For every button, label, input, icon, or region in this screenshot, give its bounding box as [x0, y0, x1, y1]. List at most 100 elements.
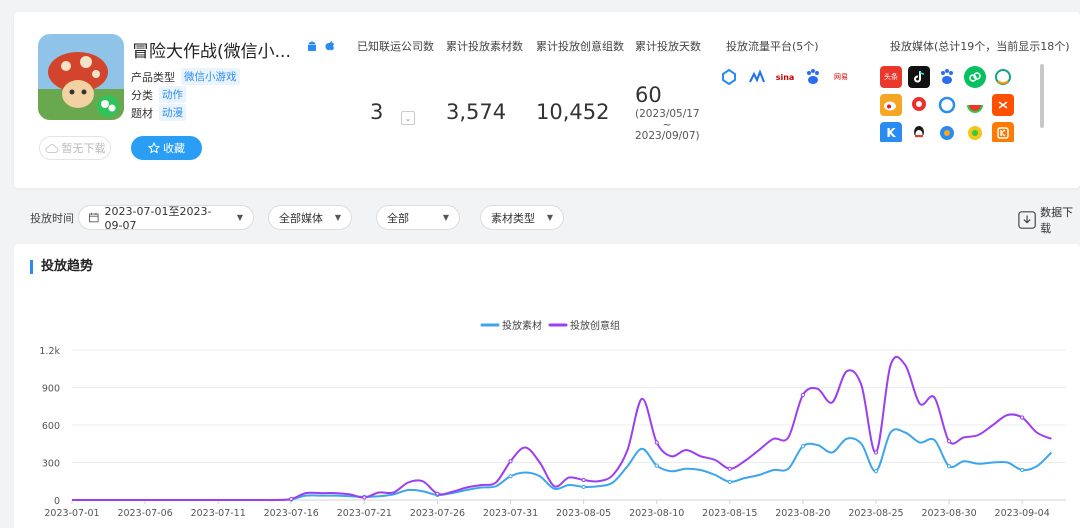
data-point[interactable]: [508, 474, 513, 479]
platform-icons: [306, 40, 336, 52]
data-point[interactable]: [654, 463, 659, 468]
x-tick-label: 2023-08-05: [556, 508, 611, 519]
x-tick-label: 2023-07-26: [410, 508, 465, 519]
data-point[interactable]: [946, 439, 952, 444]
days-tilde: ~: [662, 119, 672, 131]
data-point[interactable]: [435, 491, 440, 496]
data-point[interactable]: [1020, 415, 1025, 420]
download-cloud-icon: [44, 143, 58, 153]
apple-icon: [325, 41, 334, 51]
all-select[interactable]: 全部 ▼: [376, 205, 460, 230]
date-range-picker[interactable]: 2023-07-01至2023-09-07 ▼: [78, 205, 254, 232]
materials-label: 累计投放素材数: [446, 40, 523, 53]
data-point[interactable]: [289, 496, 294, 502]
gold-app-icon[interactable]: [964, 122, 986, 142]
data-point[interactable]: [873, 450, 879, 455]
android-icon: [308, 41, 316, 51]
download-button[interactable]: 数据下载: [1018, 204, 1080, 236]
toutiao-icon[interactable]: 头条: [880, 66, 902, 88]
data-point[interactable]: [727, 479, 732, 484]
y-tick-label: 300: [42, 459, 60, 470]
data-point[interactable]: [946, 464, 952, 469]
kuaishou-icon[interactable]: [992, 122, 1014, 142]
data-point[interactable]: [800, 392, 805, 398]
y-tick-label: 600: [42, 421, 60, 432]
date-range-value: 2023-07-01至2023-09-07: [104, 205, 212, 232]
wechat-mini-icon[interactable]: [964, 66, 986, 88]
y-tick-label: 900: [42, 384, 60, 395]
caret-down-icon: ▼: [334, 213, 341, 222]
trend-chart-card: 投放趋势 0 300 600 900 1.2k 2023-07-01 2023-07-06 2…: [14, 244, 1080, 528]
legend-label[interactable]: 投放素材: [502, 319, 542, 332]
sina-icon[interactable]: sina: [774, 66, 796, 88]
calendar-icon: [89, 212, 99, 223]
no-download-label: 暂无下载: [61, 142, 106, 155]
media-logos: 头条 K: [880, 66, 1014, 142]
caret-down-icon: ▼: [442, 213, 449, 222]
media-scrollbar[interactable]: [1040, 64, 1044, 128]
time-filter-label: 投放时间: [30, 212, 74, 225]
data-point[interactable]: [800, 444, 805, 449]
companies-expand-icon[interactable]: ⌄: [401, 111, 415, 125]
weibo-icon[interactable]: [880, 94, 902, 116]
category-row: 分类 动作: [131, 86, 186, 103]
media-label: 投放媒体(总计19个，当前显示18个): [890, 40, 1070, 53]
baidu-icon[interactable]: [802, 66, 824, 88]
x-tick-label: 2023-07-01: [44, 508, 99, 519]
x-tick-label: 2023-08-10: [629, 508, 684, 519]
data-point[interactable]: [727, 466, 732, 471]
douyin-icon[interactable]: [908, 66, 930, 88]
qq-icon[interactable]: [908, 122, 930, 142]
app-icon: [38, 34, 124, 120]
favorite-label: 收藏: [163, 142, 185, 155]
theme-tag[interactable]: 动漫: [159, 104, 186, 121]
category-tag[interactable]: 动作: [159, 86, 186, 103]
watermelon-icon[interactable]: [964, 94, 986, 116]
platform-logos: sina 网易: [718, 66, 852, 88]
days-end: 2023/09/07): [635, 130, 700, 142]
tencent-video-icon[interactable]: [992, 66, 1014, 88]
media-select[interactable]: 全部媒体 ▼: [268, 205, 352, 230]
product-type-tag[interactable]: 微信小游戏: [181, 68, 240, 85]
filter-row: 投放时间 2023-07-01至2023-09-07 ▼ 全部媒体 ▼ 全部 ▼…: [0, 200, 1080, 236]
kuaishou-k-icon[interactable]: K: [880, 122, 902, 142]
data-point[interactable]: [873, 469, 879, 474]
tencent-ads-icon[interactable]: [718, 66, 740, 88]
x-tick-label: 2023-07-31: [483, 508, 538, 519]
favorite-button[interactable]: 收藏: [131, 136, 202, 160]
data-point[interactable]: [581, 484, 586, 489]
x-tick-label: 2023-09-04: [995, 508, 1050, 519]
theme-row: 题材 动漫: [131, 104, 186, 121]
x-tick-label: 2023-08-15: [702, 508, 757, 519]
qq-browser-icon[interactable]: [936, 94, 958, 116]
x-tick-label: 2023-07-21: [337, 508, 392, 519]
x-tick-label: 2023-07-11: [191, 508, 246, 519]
x-tick-label: 2023-08-25: [848, 508, 903, 519]
days-value: 60: [635, 83, 662, 107]
huawei-icon[interactable]: [936, 122, 958, 142]
legend-label[interactable]: 投放创意组: [570, 319, 620, 332]
data-point[interactable]: [654, 440, 659, 445]
companies-value: 3: [370, 100, 384, 124]
series-line: [71, 355, 1052, 502]
product-type-row: 产品类型 微信小游戏: [131, 68, 240, 85]
netease-icon[interactable]: 网易: [830, 66, 852, 88]
x-tick-label: 2023-07-06: [117, 508, 172, 519]
no-download-button[interactable]: 暂无下载: [39, 136, 111, 160]
data-point[interactable]: [1020, 467, 1025, 473]
media-select-value: 全部媒体: [279, 211, 323, 225]
data-point[interactable]: [581, 477, 586, 483]
category-label: 分类: [131, 88, 153, 102]
baidu-media-icon[interactable]: [936, 66, 958, 88]
pipi-icon[interactable]: [908, 94, 930, 116]
data-point[interactable]: [508, 459, 513, 464]
data-point[interactable]: [362, 495, 367, 500]
x-tick-label: 2023-08-20: [775, 508, 830, 519]
x-tick-label: 2023-07-16: [264, 508, 319, 519]
ocean-engine-icon[interactable]: [746, 66, 768, 88]
taobao-icon[interactable]: [992, 94, 1014, 116]
days-label: 累计投放天数: [635, 40, 701, 53]
trend-chart: 0 300 600 900 1.2k 2023-07-01 2023-07-06 2023-0…: [39, 319, 1066, 519]
material-type-value: 素材类型: [491, 211, 535, 225]
material-type-select[interactable]: 素材类型 ▼: [480, 205, 564, 230]
